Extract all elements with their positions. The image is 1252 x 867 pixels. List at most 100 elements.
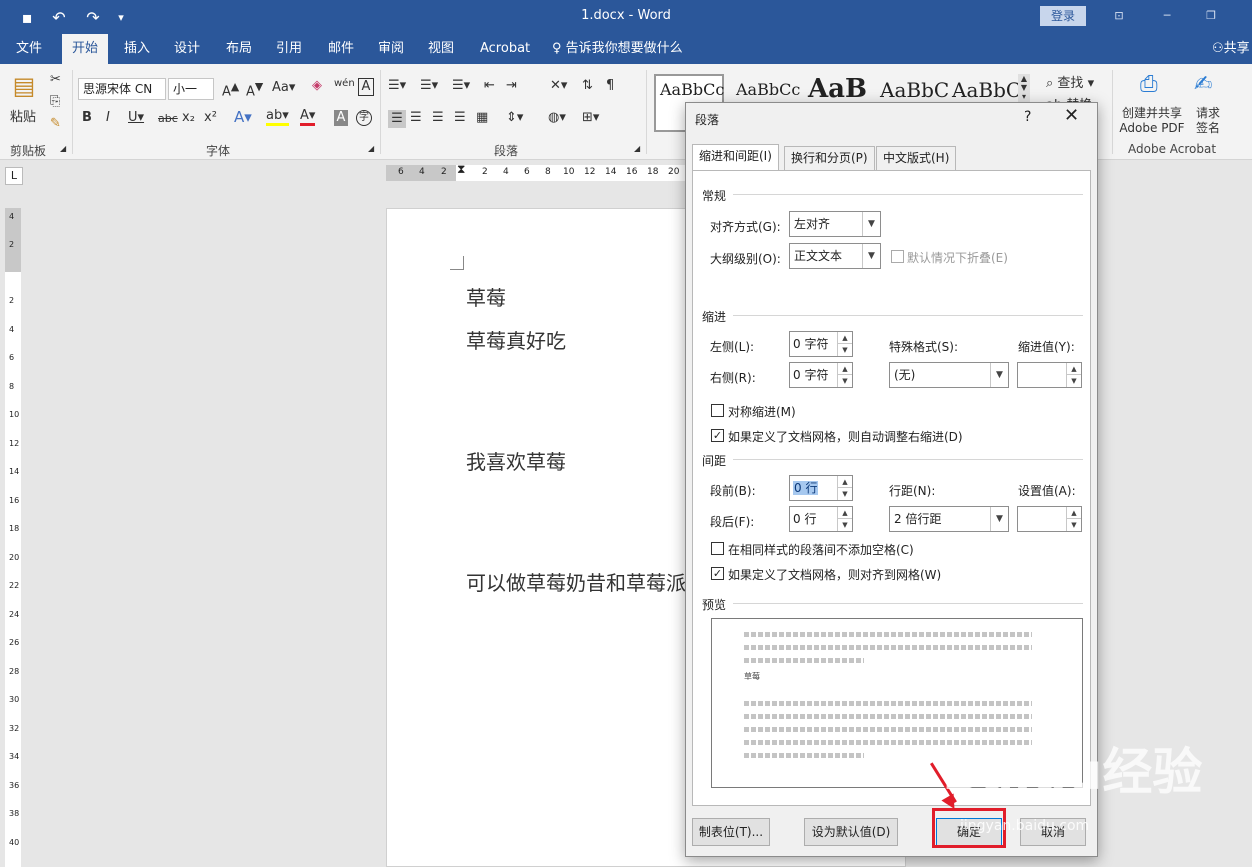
tell-me-search[interactable]: ♀ 告诉我你想要做什么	[552, 34, 683, 64]
spin-down-icon[interactable]: ▼	[1066, 375, 1081, 387]
grow-font-icon[interactable]: A▲	[222, 80, 239, 99]
character-shading-icon[interactable]: A	[334, 110, 348, 126]
tab-insert[interactable]: 插入	[114, 34, 160, 64]
paragraph-launcher-icon[interactable]: ◢	[634, 144, 640, 153]
shrink-font-icon[interactable]: A▼	[246, 80, 263, 99]
spin-down-icon[interactable]: ▼	[837, 519, 852, 531]
tab-design[interactable]: 设计	[164, 34, 210, 64]
text-effects-icon[interactable]: A▾	[234, 108, 252, 126]
spin-down-icon[interactable]: ▼	[837, 344, 852, 356]
line-spacing-select[interactable]: 2 倍行距 ▼	[889, 506, 1009, 532]
tab-references[interactable]: 引用	[266, 34, 312, 64]
ribbon-display-icon[interactable]: ⊡	[1104, 6, 1134, 26]
phonetic-guide-icon[interactable]: wén	[334, 78, 355, 89]
italic-icon[interactable]: I	[106, 110, 110, 125]
cut-icon[interactable]: ✂	[50, 72, 61, 87]
help-button[interactable]: ?	[1024, 109, 1031, 125]
tab-acrobat[interactable]: Acrobat	[470, 34, 540, 64]
strikethrough-icon[interactable]: abc	[158, 112, 178, 125]
document-line[interactable]: 草莓真好吃	[466, 325, 566, 354]
justify-icon[interactable]: ☰	[454, 110, 466, 125]
shading-icon[interactable]: ◍▾	[548, 110, 566, 125]
request-sign-icon[interactable]: ✍	[1194, 72, 1212, 97]
bullets-icon[interactable]: ☰▾	[388, 78, 406, 93]
change-case-icon[interactable]: Aa▾	[272, 80, 295, 95]
set-default-button[interactable]: 设为默认值(D)	[804, 818, 898, 846]
sort-icon[interactable]: ⇅	[582, 78, 593, 93]
tab-line-page-breaks[interactable]: 换行和分页(P)	[784, 146, 875, 170]
collapse-checkbox[interactable]	[891, 250, 904, 263]
indent-left-input[interactable]: 0 字符 ▲ ▼	[789, 331, 853, 357]
tab-selector[interactable]: L	[5, 167, 23, 185]
no-space-checkbox[interactable]	[711, 542, 724, 555]
create-pdf-icon[interactable]: ⎙	[1140, 72, 1158, 97]
clear-format-icon[interactable]: ◈	[312, 78, 322, 93]
font-name-combo[interactable]: 思源宋体 CN	[78, 78, 166, 100]
multilevel-list-icon[interactable]: ☰▾	[452, 78, 470, 93]
subscript-icon[interactable]: x₂	[182, 110, 195, 125]
borders-icon[interactable]: ⊞▾	[582, 110, 599, 125]
alignment-select[interactable]: 左对齐 ▼	[789, 211, 881, 237]
login-button[interactable]: 登录	[1040, 6, 1086, 26]
tab-review[interactable]: 审阅	[368, 34, 414, 64]
decrease-indent-icon[interactable]: ⇤	[484, 78, 495, 93]
spacing-at-input[interactable]: ▲ ▼	[1017, 506, 1082, 532]
underline-icon[interactable]: U▾	[128, 110, 144, 125]
character-border-icon[interactable]: A	[358, 78, 374, 96]
indent-marker-icon[interactable]: ⧗	[457, 162, 465, 177]
indent-by-input[interactable]: ▲ ▼	[1017, 362, 1082, 388]
document-line[interactable]: 可以做草莓奶昔和草莓派	[466, 567, 686, 596]
clipboard-launcher-icon[interactable]: ◢	[60, 144, 66, 153]
special-indent-select[interactable]: (无) ▼	[889, 362, 1009, 388]
spacing-before-input[interactable]: 0 行 ▲ ▼	[789, 475, 853, 501]
highlight-color-icon[interactable]: ab▾	[266, 108, 289, 126]
bold-icon[interactable]: B	[82, 110, 92, 125]
spin-down-icon[interactable]: ▼	[1066, 519, 1081, 531]
paste-icon[interactable]: ▤	[8, 72, 40, 106]
spin-up-icon[interactable]: ▲	[1066, 363, 1081, 375]
request-sign-button[interactable]: 请求签名	[1192, 106, 1224, 136]
asian-layout-icon[interactable]: ✕▾	[550, 78, 567, 93]
show-marks-icon[interactable]: ¶	[606, 78, 614, 93]
format-painter-icon[interactable]: ✎	[50, 116, 61, 131]
document-line[interactable]: 草莓	[466, 282, 506, 311]
tab-mailings[interactable]: 邮件	[318, 34, 364, 64]
align-right-icon[interactable]: ☰	[432, 110, 444, 125]
copy-icon[interactable]: ⎘	[50, 94, 60, 109]
tab-view[interactable]: 视图	[418, 34, 464, 64]
outline-level-select[interactable]: 正文文本 ▼	[789, 243, 881, 269]
tab-indents-spacing[interactable]: 缩进和间距(I)	[692, 144, 779, 171]
tab-layout[interactable]: 布局	[216, 34, 262, 64]
mirror-indents-checkbox[interactable]	[711, 404, 724, 417]
tab-home[interactable]: 开始	[62, 34, 109, 64]
minimize-icon[interactable]: ─	[1152, 6, 1182, 26]
share-button[interactable]: ⚇共享	[1212, 34, 1250, 64]
horizontal-ruler[interactable]: 6 4 2 ⧗ 2 4 6 8 10 12 14 16 18 20	[386, 162, 686, 181]
document-line[interactable]: 我喜欢草莓	[466, 446, 566, 475]
close-icon[interactable]: ✕	[1064, 105, 1079, 126]
numbering-icon[interactable]: ☰▾	[420, 78, 438, 93]
spin-up-icon[interactable]: ▲	[1066, 507, 1081, 519]
enclose-characters-icon[interactable]: 字	[356, 110, 372, 126]
tabs-button[interactable]: 制表位(T)...	[692, 818, 770, 846]
distributed-icon[interactable]: ▦	[476, 110, 488, 125]
auto-adjust-checkbox[interactable]: ✓	[711, 429, 724, 442]
vertical-ruler[interactable]: 4 2 2 4 6 8 10 12 14 16 18 20 22 24 26 28 30 32 34 36 38 40	[5, 208, 21, 867]
superscript-icon[interactable]: x²	[204, 110, 217, 125]
find-button[interactable]: ⌕ 查找 ▾	[1046, 72, 1094, 91]
create-pdf-button[interactable]: 创建并共享 Adobe PDF	[1116, 106, 1188, 136]
paste-label[interactable]: 粘贴	[10, 106, 36, 125]
spin-up-icon[interactable]: ▲	[837, 332, 852, 344]
spin-up-icon[interactable]: ▲	[837, 476, 852, 488]
spacing-after-input[interactable]: 0 行 ▲ ▼	[789, 506, 853, 532]
spin-down-icon[interactable]: ▼	[837, 375, 852, 387]
font-color-icon[interactable]: A▾	[300, 108, 316, 126]
align-center-icon[interactable]: ☰	[410, 110, 422, 125]
spin-up-icon[interactable]: ▲	[837, 507, 852, 519]
increase-indent-icon[interactable]: ⇥	[506, 78, 517, 93]
restore-icon[interactable]: ❐	[1196, 6, 1226, 26]
snap-to-grid-checkbox[interactable]: ✓	[711, 567, 724, 580]
font-size-combo[interactable]: 小一	[168, 78, 214, 100]
tab-file[interactable]: 文件	[6, 34, 52, 64]
spin-down-icon[interactable]: ▼	[837, 488, 852, 500]
